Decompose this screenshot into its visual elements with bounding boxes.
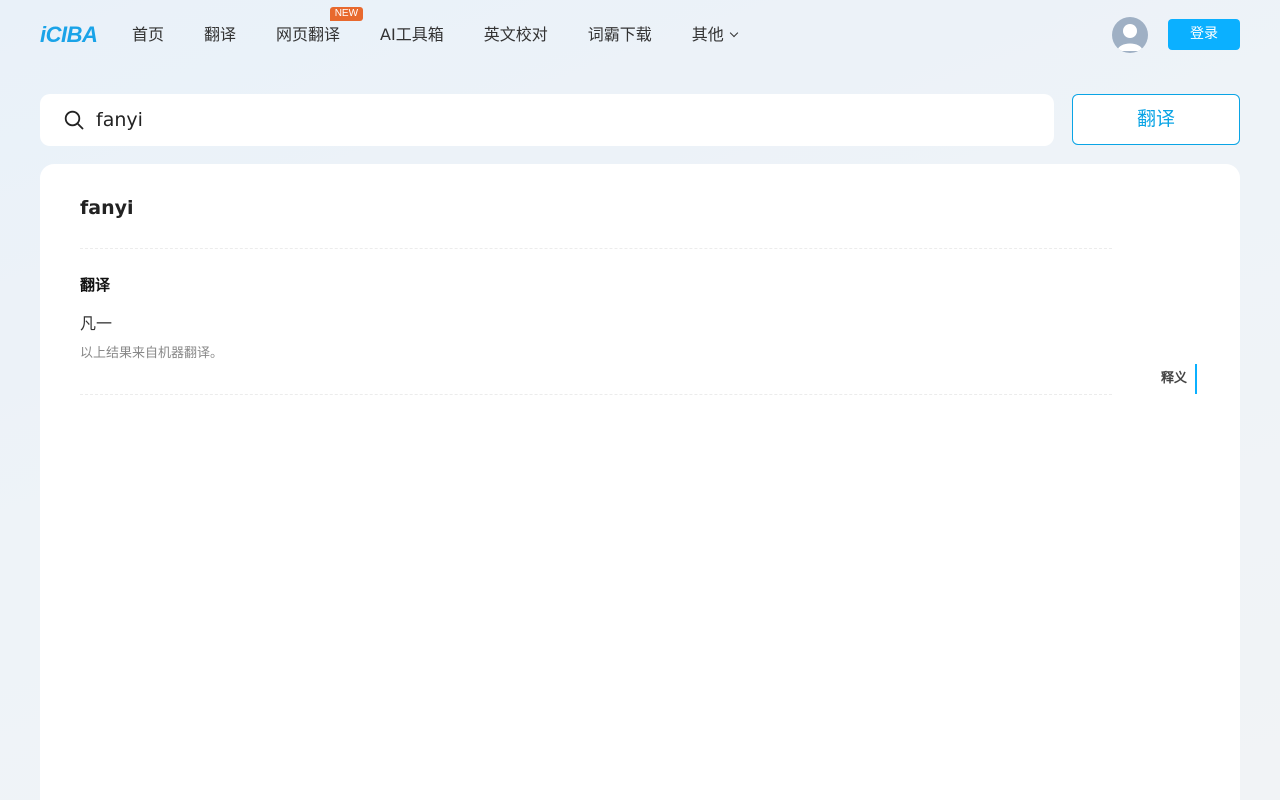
main-nav: 首页 翻译 网页翻译 NEW AI工具箱 英文校对 词霸下载 其他 (132, 7, 777, 48)
login-button[interactable]: 登录 (1168, 19, 1240, 50)
new-badge: NEW (329, 7, 364, 21)
divider (80, 394, 1112, 395)
query-word: fanyi (80, 197, 134, 219)
translation-section-label: 翻译 (80, 276, 111, 294)
chevron-down-icon (729, 28, 739, 38)
nav-item-home[interactable]: 首页 (132, 22, 164, 48)
divider (80, 248, 1112, 249)
search-icon (64, 110, 84, 130)
nav-item-ai-toolbox[interactable]: AI工具箱 (380, 22, 444, 48)
nav-item-more[interactable]: 其他 (691, 22, 739, 48)
nav-item-label: 英文校对 (483, 25, 548, 44)
iciba-logo[interactable]: iCIBA (40, 20, 98, 50)
nav-item-english-proofreading[interactable]: 英文校对 (484, 22, 548, 48)
nav-item-label: 首页 (132, 25, 165, 44)
side-tab-definition[interactable]: 释义 (1161, 364, 1198, 394)
search-bar[interactable]: fanyi (40, 94, 1054, 146)
machine-translation-note: 以上结果来自机器翻译。 (80, 346, 224, 361)
top-navigation-bar: iCIBA 首页 翻译 网页翻译 NEW AI工具箱 英文校对 词霸下载 其他 … (0, 0, 1280, 70)
nav-item-translate[interactable]: 翻译 (204, 22, 236, 48)
nav-item-web-translate[interactable]: 网页翻译 NEW (276, 7, 364, 48)
search-input[interactable]: fanyi (96, 107, 996, 133)
nav-item-label: AI工具箱 (380, 25, 444, 44)
nav-item-label: 网页翻译 (276, 25, 341, 44)
result-card: fanyi 翻译 凡一 以上结果来自机器翻译。 释义 (40, 164, 1240, 800)
translation-result: 凡一 (80, 314, 113, 333)
nav-item-download[interactable]: 词霸下载 (588, 22, 652, 48)
nav-item-label: 其他 (691, 25, 724, 44)
nav-item-label: 翻译 (204, 25, 237, 44)
user-avatar-icon[interactable] (1112, 17, 1148, 53)
nav-item-label: 词霸下载 (587, 25, 652, 44)
translate-button[interactable]: 翻译 (1072, 94, 1240, 145)
